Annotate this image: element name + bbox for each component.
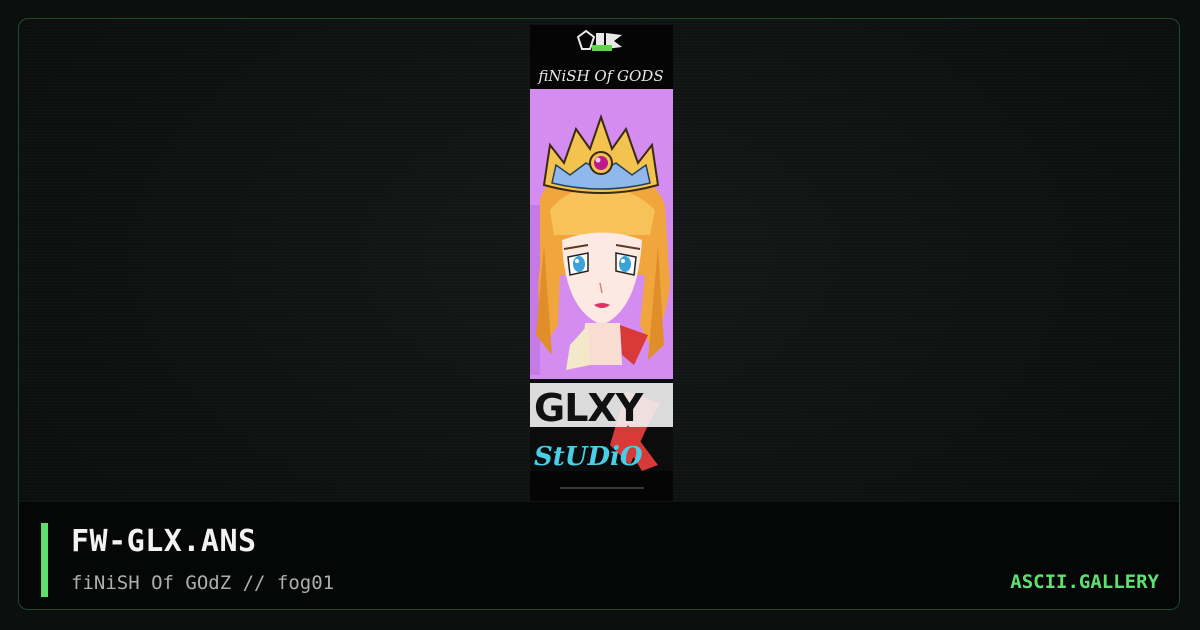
file-title[interactable]: FW-GLX.ANS <box>71 524 257 559</box>
artwork-credit-line <box>560 487 644 489</box>
eye-left-icon <box>567 252 589 276</box>
site-name-link[interactable]: ASCII.GALLERY <box>1010 571 1159 593</box>
artwork-image: fiNiSH Of GODS GLXY StUDiO <box>530 25 673 501</box>
bottom-logo-subtext: StUDiO <box>534 442 643 472</box>
bottom-logo-text: GLXY <box>534 386 644 430</box>
header-logo-text: fiNiSH Of GODS <box>537 67 663 85</box>
ansi-artwork[interactable]: fiNiSH Of GODS GLXY StUDiO <box>530 25 673 501</box>
eye-right-icon <box>615 252 637 276</box>
info-bar: FW-GLX.ANS fiNiSH Of GOdZ // fog01 ASCII… <box>19 501 1179 609</box>
group-credit[interactable]: fiNiSH Of GOdZ // fog01 <box>71 572 334 594</box>
accent-bar <box>41 523 48 597</box>
card-frame: fiNiSH Of GODS GLXY StUDiO FW-GLX.ANS fi… <box>18 18 1180 610</box>
